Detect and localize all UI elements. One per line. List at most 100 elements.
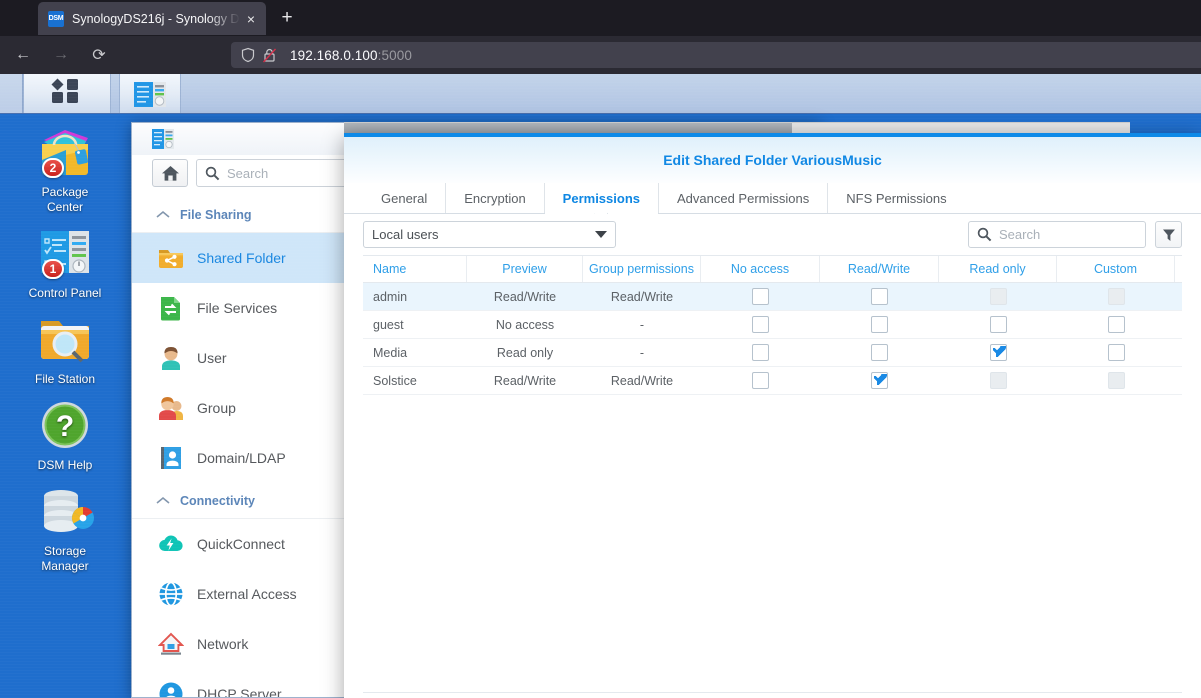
nav-group-label: Connectivity: [180, 493, 256, 508]
column-header-preview[interactable]: Preview: [467, 256, 583, 282]
no-access-checkbox[interactable]: [752, 344, 769, 361]
storage-manager-icon: [36, 483, 94, 539]
desktop-shortcut-dsm-help[interactable]: ? DSM Help: [0, 387, 130, 473]
column-header-custom[interactable]: Custom: [1057, 256, 1175, 282]
custom-checkbox: [1107, 372, 1125, 389]
read-only-checkbox[interactable]: [989, 316, 1007, 333]
user-scope-dropdown[interactable]: Local users: [363, 221, 616, 248]
sidebar-item-label: Domain/LDAP: [197, 450, 286, 466]
nav-group-label: File Sharing: [180, 207, 252, 222]
package-center-badge: 2: [42, 158, 64, 178]
cell-name: Media: [373, 345, 408, 360]
taskbar-control-panel[interactable]: [119, 74, 181, 113]
new-tab-button[interactable]: +: [276, 8, 298, 30]
external-access-icon: [158, 581, 184, 607]
custom-checkbox[interactable]: [1107, 316, 1125, 333]
cell-preview: Read/Write: [493, 289, 557, 304]
cell-custom[interactable]: [1057, 339, 1175, 366]
dialog-header: Edit Shared Folder VariousMusic: [344, 137, 1201, 183]
forward-arrow-icon[interactable]: →: [46, 40, 76, 70]
reload-icon[interactable]: ⟳: [84, 40, 114, 70]
cell-name: Solstice: [373, 373, 417, 388]
cell-read-write[interactable]: [820, 367, 939, 394]
read-write-checkbox[interactable]: [871, 288, 888, 305]
table-row[interactable]: Media Read only -: [363, 339, 1182, 367]
cell-no-access[interactable]: [701, 339, 820, 366]
read-write-checkbox[interactable]: [871, 316, 888, 333]
sidebar-item-label: Network: [197, 636, 249, 652]
chevron-up-icon: [156, 494, 170, 508]
column-header-group-permissions[interactable]: Group permissions: [583, 256, 701, 282]
column-header-no-access[interactable]: No access: [701, 256, 820, 282]
browser-tab[interactable]: DSM SynologyDS216j - Synology DiskStatio…: [38, 2, 266, 35]
back-arrow-icon[interactable]: ←: [8, 40, 38, 70]
column-header-read-only[interactable]: Read only: [939, 256, 1057, 282]
package-center-icon: 2: [36, 124, 94, 180]
search-input[interactable]: Search: [968, 221, 1146, 248]
cell-read-only: [939, 367, 1057, 394]
cell-no-access[interactable]: [701, 311, 820, 338]
table-row[interactable]: guest No access -: [363, 311, 1182, 339]
column-header-name[interactable]: Name: [363, 256, 467, 282]
url-bar[interactable]: 192.168.0.100:5000: [231, 42, 1201, 68]
cell-no-access[interactable]: [701, 283, 820, 310]
tab-advanced-permissions[interactable]: Advanced Permissions: [658, 183, 827, 213]
read-only-checkbox[interactable]: [989, 344, 1007, 361]
cell-preview: No access: [495, 317, 555, 332]
no-access-checkbox[interactable]: [752, 288, 769, 305]
desktop-shortcut-storage-manager[interactable]: Storage Manager: [0, 473, 130, 574]
cell-read-write[interactable]: [820, 311, 939, 338]
dsm-taskbar: [0, 74, 1201, 114]
read-write-checkbox[interactable]: [871, 344, 888, 361]
column-header-read-write[interactable]: Read/Write: [820, 256, 939, 282]
cell-spacer: [1175, 283, 1182, 310]
close-icon[interactable]: ×: [242, 10, 260, 28]
read-write-checkbox[interactable]: [871, 372, 888, 389]
browser-tab-bar: DSM SynologyDS216j - Synology DiskStatio…: [0, 0, 1201, 36]
shield-icon: [239, 47, 257, 63]
read-only-checkbox: [989, 288, 1007, 305]
tiles-icon: [51, 78, 78, 103]
filter-funnel-button[interactable]: [1155, 221, 1182, 248]
shortcut-label: Control Panel: [28, 286, 102, 300]
cell-read-write[interactable]: [820, 283, 939, 310]
sidebar-item-label: Group: [197, 400, 236, 416]
table-row[interactable]: Solstice Read/Write Read/Write: [363, 367, 1182, 395]
cell-name: guest: [373, 317, 404, 332]
cell-group-permissions: Read/Write: [610, 373, 674, 388]
cell-custom[interactable]: [1057, 311, 1175, 338]
lock-crossed-icon[interactable]: [260, 47, 282, 63]
cell-no-access[interactable]: [701, 367, 820, 394]
window-horizontal-scrollbar[interactable]: [344, 122, 1130, 134]
table-row[interactable]: admin Read/Write Read/Write: [363, 283, 1182, 311]
shortcut-label: DSM Help: [37, 458, 93, 472]
home-button[interactable]: [152, 159, 188, 187]
tab-nfs-permissions[interactable]: NFS Permissions: [827, 183, 964, 213]
show-desktop-button[interactable]: [23, 74, 111, 113]
dhcp-server-icon: [158, 681, 184, 697]
cell-preview: Read only: [496, 345, 554, 360]
grid-footer-wrapper: 4 item(s): [344, 692, 1201, 698]
chevron-down-icon: [595, 231, 607, 238]
desktop-shortcut-control-panel[interactable]: 1 Control Panel: [0, 215, 130, 301]
no-access-checkbox[interactable]: [752, 372, 769, 389]
tab-general[interactable]: General: [363, 183, 445, 213]
file-station-icon: [36, 311, 94, 367]
custom-checkbox[interactable]: [1107, 344, 1125, 361]
sidebar-item-label: User: [197, 350, 227, 366]
desktop-shortcut-package-center[interactable]: 2 Package Center: [0, 114, 130, 215]
no-access-checkbox[interactable]: [752, 316, 769, 333]
search-icon: [205, 166, 220, 180]
tab-encryption[interactable]: Encryption: [445, 183, 543, 213]
dsm-favicon-icon: DSM: [48, 10, 64, 27]
tab-permissions[interactable]: Permissions: [543, 183, 659, 214]
cell-read-only[interactable]: [939, 311, 1057, 338]
desktop-shortcut-file-station[interactable]: File Station: [0, 301, 130, 387]
dsm-desktop: 2 Package Center 1 Control Panel File St…: [0, 74, 1201, 698]
control-panel-badge: 1: [42, 259, 64, 279]
cell-read-write[interactable]: [820, 339, 939, 366]
cell-read-only[interactable]: [939, 339, 1057, 366]
cell-name: admin: [373, 289, 408, 304]
user-scope-value: Local users: [372, 227, 439, 242]
cell-group-permissions: -: [639, 317, 645, 332]
